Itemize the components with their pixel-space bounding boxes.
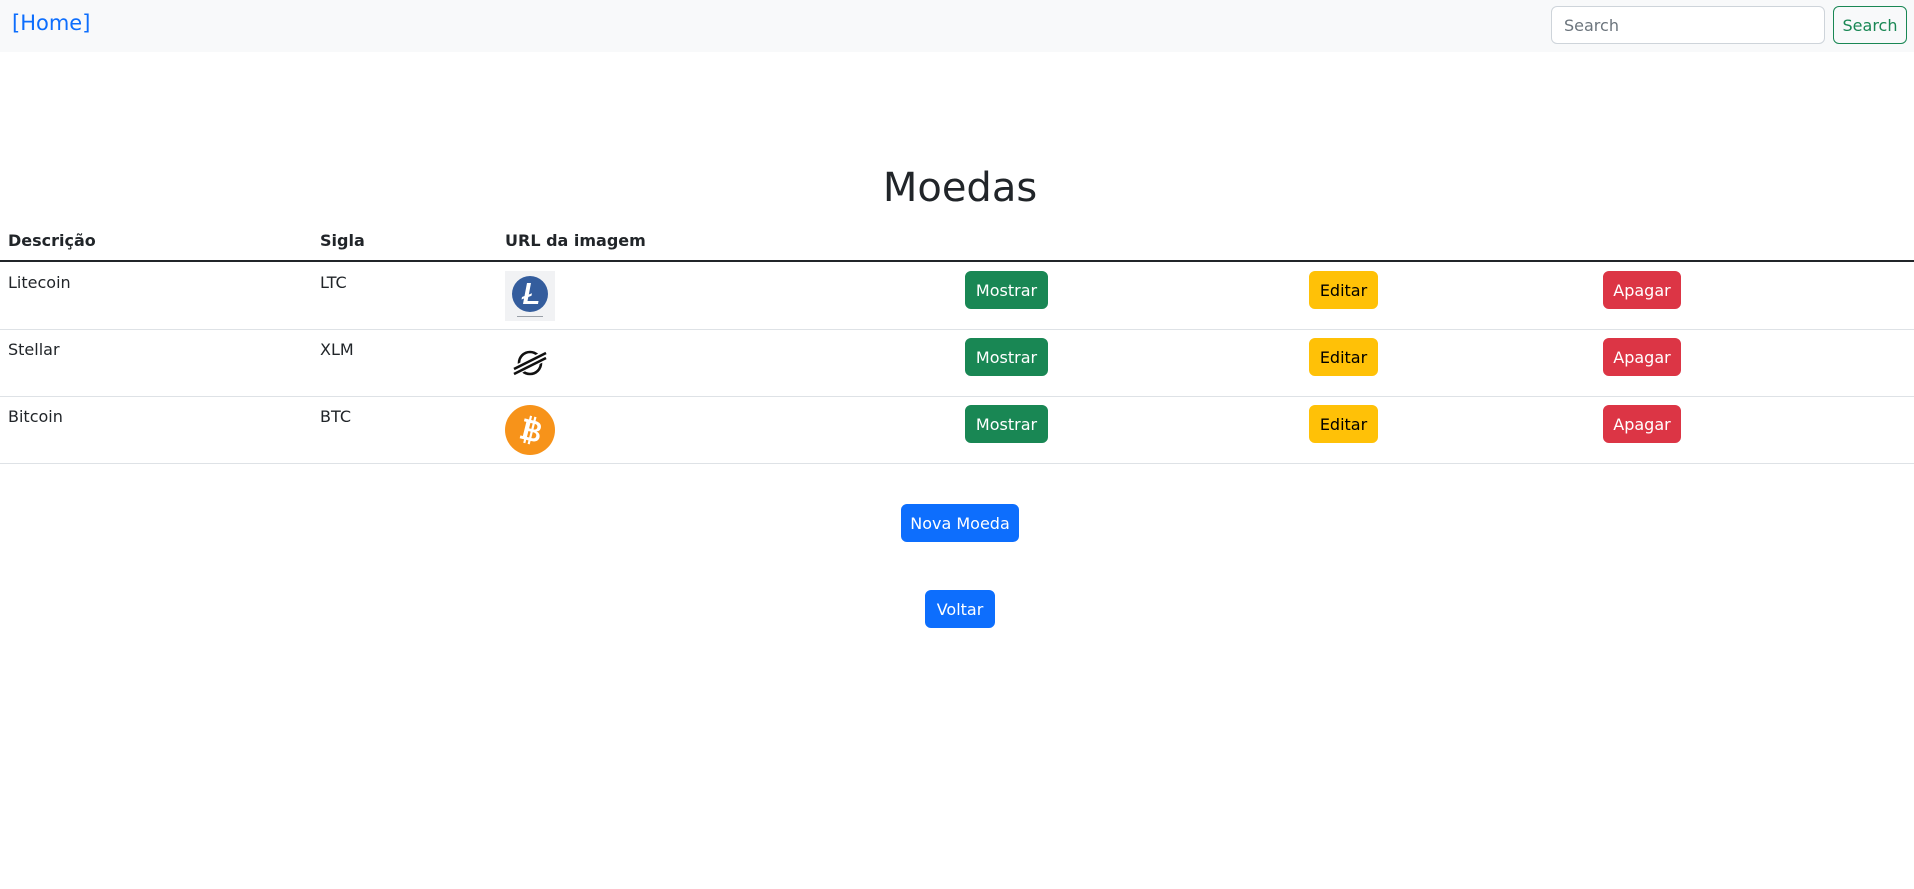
header-sigla: Sigla [320, 231, 365, 250]
delete-button[interactable]: Apagar [1603, 271, 1681, 309]
header-url-imagem: URL da imagem [505, 231, 646, 250]
bitcoin-icon [505, 405, 555, 455]
delete-button[interactable]: Apagar [1603, 405, 1681, 443]
header-descricao: Descrição [8, 231, 96, 250]
show-button[interactable]: Mostrar [965, 405, 1048, 443]
back-button[interactable]: Voltar [925, 590, 995, 628]
show-button[interactable]: Mostrar [965, 338, 1048, 376]
cell-sigla: XLM [320, 340, 354, 359]
delete-button[interactable]: Apagar [1603, 338, 1681, 376]
row-divider [0, 396, 1914, 397]
new-coin-button[interactable]: Nova Moeda [901, 504, 1019, 542]
edit-button[interactable]: Editar [1309, 405, 1378, 443]
cell-descricao: Bitcoin [8, 407, 63, 426]
stellar-icon [512, 350, 548, 377]
row-divider [0, 329, 1914, 330]
search-input[interactable] [1551, 6, 1825, 44]
home-link[interactable]: [Home] [12, 11, 90, 35]
cell-descricao: Stellar [8, 340, 60, 359]
cell-sigla: LTC [320, 273, 347, 292]
navbar: [Home] Search [0, 0, 1914, 52]
edit-button[interactable]: Editar [1309, 338, 1378, 376]
page-title: Moedas [882, 165, 1038, 211]
show-button[interactable]: Mostrar [965, 271, 1048, 309]
litecoin-icon [505, 271, 555, 321]
table-header-divider [0, 260, 1914, 262]
row-divider [0, 463, 1914, 464]
edit-button[interactable]: Editar [1309, 271, 1378, 309]
cell-descricao: Litecoin [8, 273, 71, 292]
cell-sigla: BTC [320, 407, 351, 426]
search-button[interactable]: Search [1833, 6, 1907, 44]
